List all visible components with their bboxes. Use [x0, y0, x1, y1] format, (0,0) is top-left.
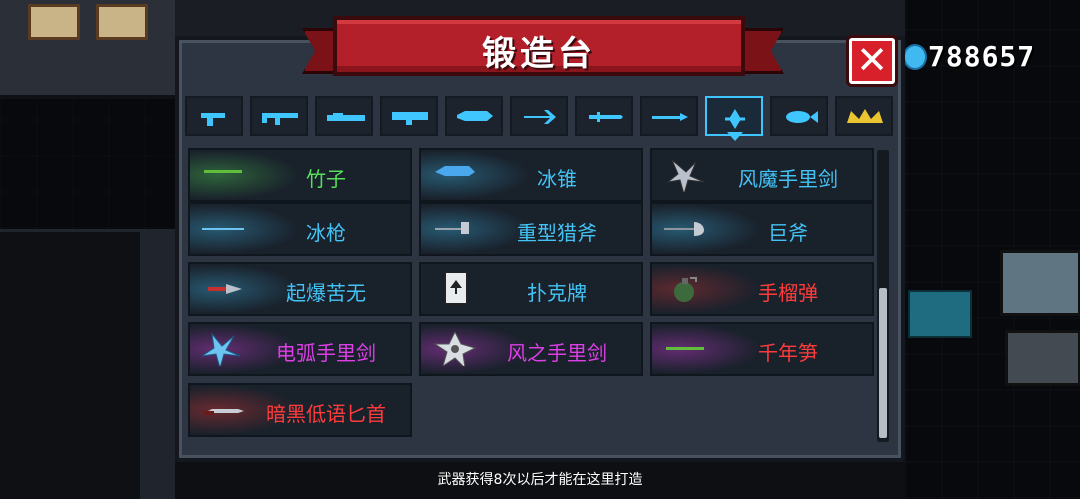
weapon-name: 千年笋 [758, 341, 818, 365]
background-wall [0, 0, 175, 99]
weapon-name: 扑克牌 [527, 281, 587, 305]
weapon-item-arc-shuriken[interactable]: 电弧手里剑 [188, 322, 412, 376]
weapon-grid: 竹子 冰锥 风魔手里剑 冰枪 重型猎斧 巨斧 起爆苦无 扑克牌 手榴弹 电弧手里… [188, 148, 874, 444]
tab-fish[interactable] [770, 96, 828, 136]
weapon-name: 电弧手里剑 [276, 341, 376, 365]
tab-spear[interactable] [640, 96, 698, 136]
ice-spear-icon [202, 228, 244, 230]
wind-shuriken-icon [433, 332, 477, 366]
rifle-icon [262, 113, 298, 125]
bamboo-icon [204, 170, 242, 173]
weapon-name: 起爆苦无 [286, 281, 366, 305]
wall-picture [28, 4, 80, 40]
scrollbar-thumb[interactable] [879, 288, 887, 438]
weapon-item-poker-card[interactable]: 扑克牌 [419, 262, 643, 316]
background-machine [1005, 330, 1080, 386]
spear-icon [652, 113, 688, 121]
weapon-item-fuma-shuriken[interactable]: 风魔手里剑 [650, 148, 874, 202]
launcher-icon [392, 112, 428, 125]
weapon-item-wind-shuriken[interactable]: 风之手里剑 [419, 322, 643, 376]
sword-icon [589, 112, 623, 122]
arc-shuriken-icon [201, 332, 241, 366]
weapon-name: 冰枪 [306, 221, 346, 245]
axe-icon [435, 222, 469, 234]
great-axe-icon [664, 222, 704, 236]
tab-pistol[interactable] [185, 96, 243, 136]
kunai-icon [208, 284, 242, 294]
weapon-item-explosive-kunai[interactable]: 起爆苦无 [188, 262, 412, 316]
background-machine [1000, 250, 1080, 316]
page-title: 锻造台 [482, 34, 596, 74]
forge-hint-text: 武器获得8次以后才能在这里打造 [437, 472, 643, 488]
wall-picture [96, 4, 148, 40]
background-void [0, 232, 140, 499]
close-icon: ✕ [856, 38, 888, 82]
close-button[interactable]: ✕ [849, 38, 895, 84]
weapon-item-millennium-bamboo-shoot[interactable]: 千年笋 [650, 322, 874, 376]
tab-shotgun[interactable] [315, 96, 373, 136]
weapon-category-tabs [185, 96, 897, 140]
fish-icon [786, 111, 818, 123]
tab-throwing[interactable] [705, 96, 763, 136]
shuriken-icon [666, 159, 705, 192]
background-screen [908, 290, 972, 338]
crown-icon [847, 109, 883, 123]
bow-icon [524, 110, 556, 124]
weapon-name: 冰锥 [537, 167, 577, 191]
grenade-icon [674, 277, 697, 302]
tab-special[interactable] [835, 96, 893, 136]
weapon-item-heavy-hunting-axe[interactable]: 重型猎斧 [419, 202, 643, 256]
weapon-name: 重型猎斧 [517, 221, 597, 245]
title-banner: 锻造台 [333, 16, 745, 76]
weapon-name: 风魔手里剑 [738, 167, 838, 191]
weapon-name: 巨斧 [768, 221, 808, 245]
throwing-icon [725, 109, 745, 129]
weapon-item-great-axe[interactable]: 巨斧 [650, 202, 874, 256]
coin-icon [903, 44, 927, 70]
card-icon [444, 272, 468, 305]
dagger-icon [204, 409, 244, 415]
tab-sword[interactable] [575, 96, 633, 136]
weapon-name: 风之手里剑 [507, 341, 607, 365]
weapon-name: 竹子 [306, 167, 346, 191]
weapon-item-bamboo[interactable]: 竹子 [188, 148, 412, 202]
laser-gun-icon [457, 111, 493, 121]
weapon-item-ice-spear[interactable]: 冰枪 [188, 202, 412, 256]
active-tab-pointer [727, 132, 743, 141]
tab-launcher[interactable] [380, 96, 438, 136]
weapon-item-dark-whisper-dagger[interactable]: 暗黑低语匕首 [188, 383, 412, 437]
pistol-icon [201, 113, 225, 126]
weapon-name: 手榴弹 [758, 281, 818, 305]
tab-rifle[interactable] [250, 96, 308, 136]
weapon-name: 暗黑低语匕首 [266, 402, 386, 426]
background-floor [0, 99, 175, 229]
weapon-item-grenade[interactable]: 手榴弹 [650, 262, 874, 316]
ice-cone-icon [435, 166, 475, 176]
tab-laser[interactable] [445, 96, 503, 136]
bamboo-shoot-icon [666, 347, 704, 350]
shotgun-icon [327, 113, 365, 121]
weapon-item-ice-cone[interactable]: 冰锥 [419, 148, 643, 202]
coin-count: 788657 [928, 40, 1036, 73]
tab-bow[interactable] [510, 96, 568, 136]
